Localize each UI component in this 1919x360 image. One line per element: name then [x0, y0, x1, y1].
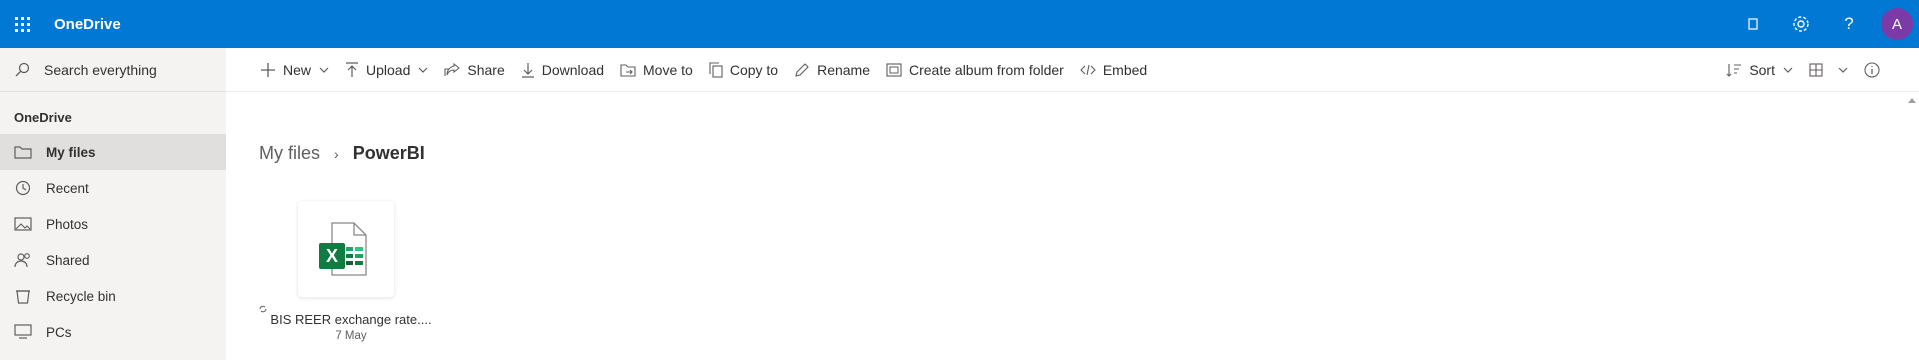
svg-text:X: X [326, 246, 338, 266]
code-icon [1080, 64, 1096, 75]
settings-button[interactable] [1777, 0, 1825, 48]
file-name[interactable]: BIS REER exchange rate.... [266, 312, 436, 327]
sidebar-item-photos[interactable]: Photos [0, 206, 226, 242]
rename-label: Rename [817, 61, 870, 78]
new-label: New [283, 61, 312, 78]
plus-icon [261, 62, 275, 77]
scroll-up-arrow[interactable] [1908, 98, 1916, 103]
view-options-button[interactable] [1801, 48, 1856, 92]
pencil-icon [795, 62, 809, 77]
chevron-right-icon: › [334, 145, 339, 162]
file-tile[interactable]: X [298, 201, 394, 297]
sidebar-item-label: Recent [46, 180, 89, 196]
download-button[interactable]: Download [513, 48, 612, 92]
nav-heading: OneDrive [14, 110, 72, 125]
people-icon [14, 253, 30, 268]
copy-icon [709, 61, 723, 78]
monitor-icon [14, 324, 32, 339]
sidebar-item-label: Recycle bin [46, 288, 116, 304]
file-list-area: My files › PowerBI X BIS REER exchange r… [226, 93, 1906, 360]
chevron-down-icon [418, 67, 428, 73]
chevron-down-icon [319, 67, 329, 73]
sidebar-item-label: PCs [46, 324, 72, 340]
rename-button[interactable]: Rename [786, 48, 878, 92]
sidebar-item-pcs[interactable]: PCs [0, 314, 226, 350]
diamond-icon [1748, 18, 1758, 30]
sidebar-item-recycle-bin[interactable]: Recycle bin [0, 278, 226, 314]
folder-icon [14, 146, 32, 159]
sidebar-item-label: Photos [46, 216, 89, 232]
share-icon [444, 62, 461, 76]
search-box[interactable]: Search everything [0, 48, 226, 92]
move-folder-icon [620, 63, 636, 77]
info-icon [1864, 62, 1880, 78]
create-album-label: Create album from folder [909, 61, 1064, 78]
suite-header: OneDrive ? A [0, 0, 1919, 48]
chevron-down-icon [1783, 67, 1793, 73]
app-title[interactable]: OneDrive [54, 16, 121, 33]
sort-icon [1726, 64, 1742, 77]
sidebar-item-label: Shared [46, 252, 90, 268]
new-button[interactable]: New [252, 48, 337, 92]
command-bar: New Upload Share Download Move to Copy t… [226, 48, 1919, 92]
sort-label: Sort [1749, 62, 1775, 78]
share-label: Share [467, 61, 505, 78]
download-label: Download [541, 61, 605, 78]
upload-label: Upload [366, 61, 411, 78]
search-icon [15, 62, 30, 76]
breadcrumb: My files › PowerBI [259, 143, 425, 164]
sidebar-item-recent[interactable]: Recent [0, 170, 226, 206]
sidebar-item-shared[interactable]: Shared [0, 242, 226, 278]
search-placeholder: Search everything [44, 61, 157, 78]
sort-button[interactable]: Sort [1718, 48, 1801, 92]
album-icon [886, 62, 902, 77]
sidebar-item-my-files[interactable]: My files [0, 134, 226, 170]
question-mark-icon: ? [1844, 14, 1854, 33]
move-to-label: Move to [643, 61, 693, 78]
move-to-button[interactable]: Move to [612, 48, 701, 92]
sidebar-item-label: My files [46, 144, 96, 160]
breadcrumb-my-files[interactable]: My files [259, 143, 320, 164]
embed-label: Embed [1102, 61, 1148, 78]
scrollbar[interactable] [1906, 96, 1919, 360]
chevron-down-icon [1838, 67, 1848, 73]
excel-file-icon: X [319, 222, 367, 276]
avatar[interactable]: A [1881, 8, 1913, 40]
upload-icon [346, 61, 359, 77]
app-launcher-button[interactable] [0, 0, 44, 48]
upload-button[interactable]: Upload [337, 48, 436, 92]
grid-view-icon [1809, 63, 1823, 77]
download-icon [521, 62, 534, 78]
premium-button[interactable] [1729, 0, 1777, 48]
details-pane-button[interactable] [1856, 48, 1895, 92]
help-button[interactable]: ? [1825, 0, 1873, 48]
create-album-button[interactable]: Create album from folder [878, 48, 1072, 92]
photo-icon [14, 217, 32, 231]
share-button[interactable]: Share [436, 48, 512, 92]
breadcrumb-current-folder: PowerBI [352, 143, 425, 163]
recycle-bin-icon [16, 290, 30, 304]
file-date: 7 May [335, 330, 367, 342]
copy-to-button[interactable]: Copy to [701, 48, 786, 92]
embed-button[interactable]: Embed [1072, 48, 1155, 92]
copy-to-label: Copy to [729, 61, 779, 78]
gear-icon [1793, 16, 1809, 32]
waffle-icon [14, 16, 30, 32]
history-icon [15, 180, 31, 196]
left-nav: Search everything OneDrive My files Rece… [0, 48, 226, 360]
